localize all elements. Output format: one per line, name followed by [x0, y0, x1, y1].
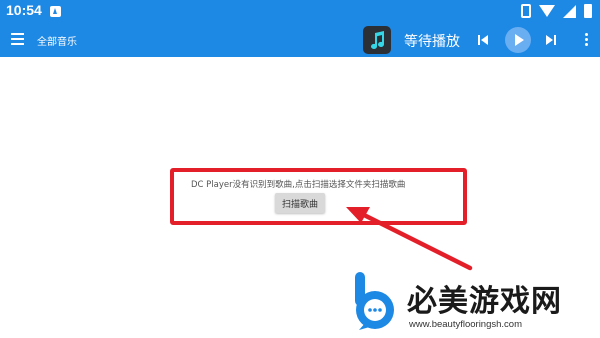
album-art[interactable]: [363, 26, 391, 54]
battery-icon: [584, 4, 592, 18]
wifi-icon: [539, 5, 555, 17]
scan-songs-button[interactable]: 扫描歌曲: [275, 193, 325, 213]
watermark-url: www.beautyflooringsh.com: [409, 319, 522, 330]
watermark-title: 必美游戏网: [407, 284, 562, 319]
skip-next-icon[interactable]: [545, 34, 558, 46]
toolbar: 全部音乐 等待播放: [0, 23, 600, 57]
status-time: 10:54: [6, 2, 42, 18]
signal-icon: [563, 4, 576, 18]
skip-previous-icon[interactable]: [477, 34, 490, 46]
notification-icon: [50, 6, 61, 17]
toolbar-title: 全部音乐: [37, 37, 77, 48]
play-icon[interactable]: [505, 27, 531, 53]
more-vert-icon[interactable]: [583, 33, 589, 47]
music-note-icon: [371, 31, 384, 50]
status-icons: [521, 4, 592, 18]
watermark-logo: [355, 272, 394, 330]
status-bar: 10:54: [0, 0, 600, 23]
empty-library-message: DC Player没有识别到歌曲,点击扫描选择文件夹扫描歌曲: [191, 180, 406, 190]
vibrate-icon: [521, 4, 531, 18]
menu-icon[interactable]: [11, 33, 24, 45]
now-playing-title[interactable]: 等待播放: [404, 31, 460, 51]
